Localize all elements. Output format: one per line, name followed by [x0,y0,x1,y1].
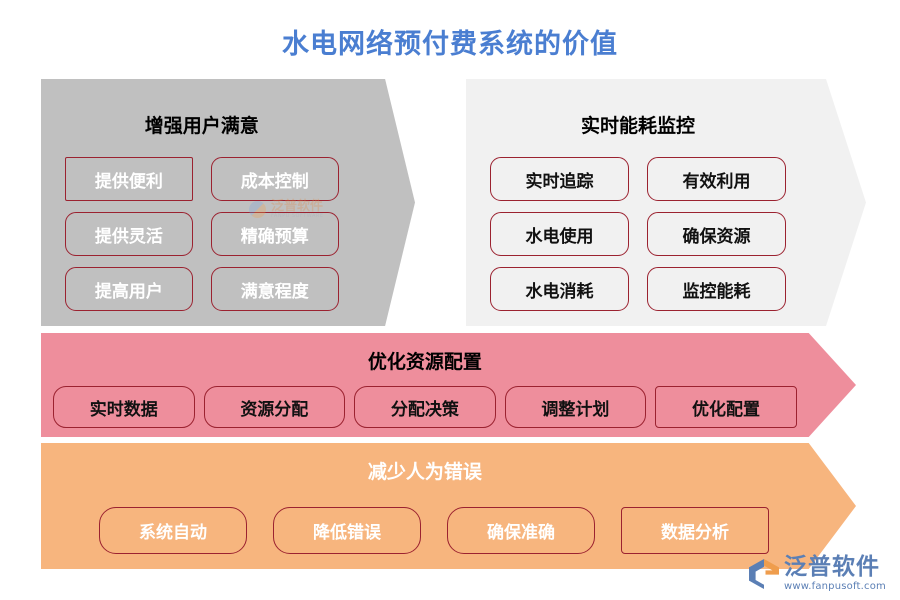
panel-chip-grid: 提供便利 成本控制 提供灵活 精确预算 提高用户 满意程度 [41,157,363,311]
panel-realtime-energy-monitoring: 实时能耗监控 实时追踪 有效利用 水电使用 确保资源 水电消耗 监控能耗 [466,79,866,326]
chip-item[interactable]: 实时数据 [53,386,195,428]
band-chip-row: 系统自动 降低错误 确保准确 数据分析 [41,507,809,554]
panel-heading: 增强用户满意 [144,115,259,137]
chip-item[interactable]: 优化配置 [655,386,797,428]
chip-item[interactable]: 精确预算 [210,212,339,256]
panel-chip-grid: 实时追踪 有效利用 水电使用 确保资源 水电消耗 监控能耗 [466,157,810,311]
chip-item[interactable]: 水电使用 [490,212,629,256]
chip-item[interactable]: 数据分析 [621,507,769,554]
chip-item[interactable]: 提供便利 [65,157,193,201]
panel-enhance-user-satisfaction: 增强用户满意 提供便利 成本控制 提供灵活 精确预算 提高用户 满意程度 [41,79,415,326]
chip-item[interactable]: 满意程度 [210,267,339,311]
chip-item[interactable]: 调整计划 [504,386,647,428]
chip-item[interactable]: 实时追踪 [490,157,629,201]
fanpu-logo-icon [749,559,779,589]
chip-item[interactable]: 有效利用 [647,157,786,201]
chip-item[interactable]: 监控能耗 [647,267,786,311]
chip-item[interactable]: 分配决策 [354,386,496,428]
band-reduce-human-error: 减少人为错误 系统自动 降低错误 确保准确 数据分析 [41,443,856,569]
chip-item[interactable]: 确保资源 [647,212,786,256]
chip-item[interactable]: 降低错误 [273,507,421,554]
chip-item[interactable]: 成本控制 [210,157,339,201]
band-chip-row: 实时数据 资源分配 分配决策 调整计划 优化配置 [41,386,809,428]
chip-item[interactable]: 系统自动 [99,507,247,554]
panel-heading: 实时能耗监控 [580,115,695,137]
band-heading: 减少人为错误 [367,461,482,483]
logo-brand-name: 泛普软件 [784,554,880,580]
chip-item[interactable]: 资源分配 [203,386,346,428]
infographic-canvas: 水电网络预付费系统的价值 增强用户满意 提供便利 成本控制 提供灵活 精确预算 … [0,0,900,600]
chip-item[interactable]: 确保准确 [447,507,595,554]
logo-text-group: 泛普软件 www.fanpusoft.com [784,556,886,592]
fanpu-corner-logo: 泛普软件 www.fanpusoft.com [749,556,886,592]
band-heading: 优化资源配置 [367,351,482,373]
chip-item[interactable]: 提高用户 [65,267,193,311]
band-optimize-resource-allocation: 优化资源配置 实时数据 资源分配 分配决策 调整计划 优化配置 [41,333,856,437]
logo-website-url: www.fanpusoft.com [784,581,886,592]
page-title: 水电网络预付费系统的价值 [282,29,618,60]
chip-item[interactable]: 水电消耗 [490,267,629,311]
chip-item[interactable]: 提供灵活 [65,212,193,256]
